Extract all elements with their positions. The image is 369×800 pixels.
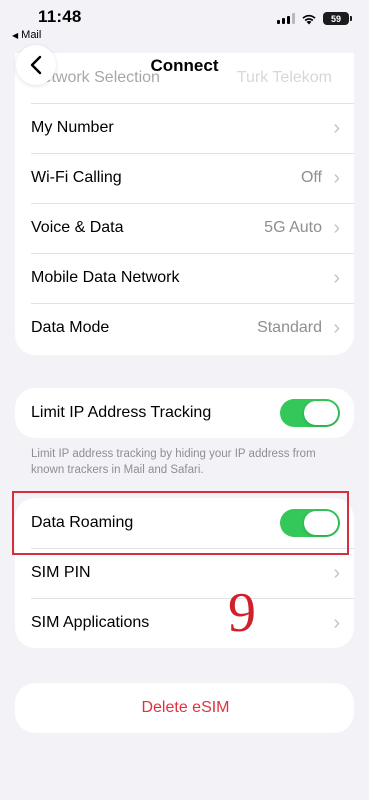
back-to-app-link[interactable]: ◀ Mail — [12, 29, 41, 41]
row-label: Mobile Data Network — [31, 269, 180, 286]
row-value: Standard — [257, 319, 322, 336]
wifi-icon — [302, 14, 316, 24]
battery-icon: 59 — [323, 12, 352, 25]
limit-ip-toggle[interactable] — [280, 399, 340, 427]
row-value: 5G Auto — [264, 219, 322, 236]
limit-ip-group: Limit IP Address Tracking — [15, 388, 354, 438]
chevron-right-icon: › — [333, 317, 340, 339]
status-icons: 59 — [277, 12, 352, 25]
row-sim-pin[interactable]: SIM PIN › — [15, 548, 354, 598]
toggle-knob — [304, 401, 338, 425]
roaming-group: Data Roaming SIM PIN › SIM Applications … — [15, 498, 354, 648]
battery-level: 59 — [330, 13, 341, 24]
back-triangle-icon: ◀ — [12, 31, 19, 40]
row-data-roaming: Data Roaming — [15, 498, 354, 548]
status-time: 11:48 — [38, 7, 82, 26]
page-title: Connect — [150, 56, 219, 75]
chevron-right-icon: › — [333, 167, 340, 189]
limit-ip-footnote: Limit IP address tracking by hiding your… — [31, 448, 316, 476]
row-label: Limit IP Address Tracking — [31, 404, 212, 421]
cellular-signal-icon — [277, 13, 295, 24]
data-roaming-toggle[interactable] — [280, 509, 340, 537]
chevron-right-icon: › — [333, 562, 340, 584]
row-label: SIM Applications — [31, 614, 150, 631]
toggle-knob — [304, 511, 338, 535]
row-sim-applications[interactable]: SIM Applications › — [15, 598, 354, 648]
row-label: Wi-Fi Calling — [31, 169, 122, 186]
delete-esim-button[interactable]: Delete eSIM — [15, 683, 354, 733]
chevron-right-icon: › — [333, 117, 340, 139]
row-label: Data Mode — [31, 319, 110, 336]
row-mobile-data-network[interactable]: Mobile Data Network › — [15, 253, 354, 303]
row-label: My Number — [31, 119, 114, 136]
delete-esim-label: Delete eSIM — [141, 699, 230, 716]
row-label: Voice & Data — [31, 219, 124, 236]
back-app-label: Mail — [21, 29, 42, 41]
row-voice-data[interactable]: Voice & Data 5G Auto › — [15, 203, 354, 253]
row-my-number[interactable]: My Number › — [15, 103, 354, 153]
step-number-annotation: 9 — [228, 582, 256, 644]
row-data-mode[interactable]: Data Mode Standard › — [15, 303, 354, 353]
row-wifi-calling[interactable]: Wi-Fi Calling Off › — [15, 153, 354, 203]
delete-esim-group: Delete eSIM — [15, 683, 354, 733]
row-value: Off — [300, 169, 322, 186]
row-label: SIM PIN — [31, 564, 91, 581]
row-label: Data Roaming — [31, 514, 134, 531]
cellular-settings-group: Network Selection Turk Telekom My Number… — [15, 53, 354, 355]
chevron-right-icon: › — [333, 217, 340, 239]
row-limit-ip-tracking: Limit IP Address Tracking — [15, 388, 354, 438]
status-bar: 11:48 ◀ Mail 59 — [0, 0, 369, 44]
chevron-right-icon: › — [333, 267, 340, 289]
chevron-right-icon: › — [333, 612, 340, 634]
